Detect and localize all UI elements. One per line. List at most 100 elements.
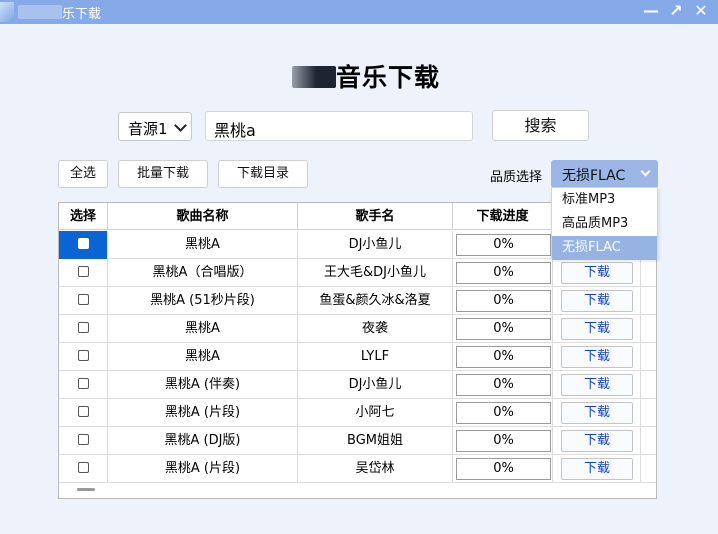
action-cell: 下载 (553, 287, 641, 315)
progress-cell: 0% (453, 287, 553, 315)
table-row[interactable]: 黑桃A (51秒片段) 鱼蛋&颜久冰&洛夏 0% 下载 (59, 287, 656, 315)
download-progress: 0% (456, 402, 551, 424)
action-cell: 下载 (553, 315, 641, 343)
row-checkbox[interactable] (77, 237, 89, 249)
artist-name: DJ小鱼儿 (298, 371, 453, 399)
song-name: 黑桃A (DJ版) (108, 427, 298, 455)
select-all-button[interactable]: 全选 (58, 160, 108, 188)
download-progress: 0% (456, 374, 551, 396)
artist-name: 吴岱林 (298, 455, 453, 483)
search-button[interactable]: 搜索 (492, 110, 589, 141)
song-name: 黑桃A (片段) (108, 399, 298, 427)
song-name: 黑桃A (108, 231, 298, 259)
row-checkbox[interactable] (77, 433, 89, 445)
quality-label: 品质选择 (490, 170, 543, 185)
download-button[interactable]: 下载 (561, 318, 633, 340)
row-checkbox[interactable] (77, 321, 89, 333)
table-row[interactable]: 黑桃A (片段) 吴岱林 0% 下载 (59, 455, 656, 483)
row-select-cell[interactable] (59, 343, 108, 371)
artist-name: LYLF (298, 343, 453, 371)
horizontal-scrollbar[interactable] (77, 488, 95, 491)
row-checkbox[interactable] (77, 377, 89, 389)
download-progress: 0% (456, 318, 551, 340)
download-button[interactable]: 下载 (561, 458, 633, 480)
row-checkbox[interactable] (77, 293, 89, 305)
download-button[interactable]: 下载 (561, 430, 633, 452)
quality-option-lossless[interactable]: 无损FLAC (552, 236, 657, 260)
download-progress: 0% (456, 458, 551, 480)
row-select-cell[interactable] (59, 231, 108, 259)
minimize-button[interactable]: — (640, 0, 662, 22)
row-checkbox[interactable] (77, 265, 89, 277)
row-select-cell[interactable] (59, 259, 108, 287)
search-input[interactable] (205, 111, 473, 141)
action-cell: 下载 (553, 259, 641, 287)
row-checkbox[interactable] (77, 349, 89, 361)
app-icon (0, 2, 14, 22)
app-window: 乐下载 — ↗ ✕ 音乐下载 音源1 搜索 全选 批量下载 下载目录 品质选择 … (0, 0, 718, 534)
row-select-cell[interactable] (59, 399, 108, 427)
action-cell: 下载 (553, 455, 641, 483)
batch-download-button[interactable]: 批量下载 (118, 160, 208, 188)
action-cell: 下载 (553, 371, 641, 399)
download-directory-button[interactable]: 下载目录 (218, 160, 308, 188)
song-name: 黑桃A (108, 343, 298, 371)
download-button[interactable]: 下载 (561, 290, 633, 312)
window-title: 乐下载 (62, 7, 102, 22)
song-name: 黑桃A (伴奏) (108, 371, 298, 399)
page-title: 音乐下载 (336, 63, 441, 92)
maximize-button[interactable]: ↗ (665, 0, 687, 22)
table-row[interactable]: 黑桃A LYLF 0% 下载 (59, 343, 656, 371)
progress-cell: 0% (453, 399, 553, 427)
row-select-cell[interactable] (59, 287, 108, 315)
quality-option-high[interactable]: 高品质MP3 (552, 212, 657, 236)
artist-name: 鱼蛋&颜久冰&洛夏 (298, 287, 453, 315)
row-checkbox[interactable] (77, 405, 89, 417)
title-bar[interactable]: 乐下载 — ↗ ✕ (0, 0, 718, 24)
artist-name: 夜袭 (298, 315, 453, 343)
table-row[interactable]: 黑桃A（合唱版） 王大毛&DJ小鱼儿 0% 下载 (59, 259, 656, 287)
table-row[interactable]: 黑桃A (片段) 小阿七 0% 下载 (59, 399, 656, 427)
chevron-down-icon (174, 119, 187, 132)
row-select-cell[interactable] (59, 427, 108, 455)
close-button[interactable]: ✕ (690, 0, 712, 22)
progress-cell: 0% (453, 259, 553, 287)
progress-cell: 0% (453, 455, 553, 483)
artist-name: DJ小鱼儿 (298, 231, 453, 259)
download-button[interactable]: 下载 (561, 262, 633, 284)
row-select-cell[interactable] (59, 371, 108, 399)
table-row[interactable]: 黑桃A 夜袭 0% 下载 (59, 315, 656, 343)
title-redacted (18, 5, 62, 19)
download-progress: 0% (456, 234, 551, 256)
source-select-value: 音源1 (128, 120, 168, 138)
row-select-cell[interactable] (59, 455, 108, 483)
header-select: 选择 (59, 203, 108, 230)
table-row[interactable]: 黑桃A (伴奏) DJ小鱼儿 0% 下载 (59, 371, 656, 399)
song-name: 黑桃A (108, 315, 298, 343)
table-row[interactable]: 黑桃A (DJ版) BGM姐姐 0% 下载 (59, 427, 656, 455)
progress-cell: 0% (453, 343, 553, 371)
quality-option-standard[interactable]: 标准MP3 (552, 188, 657, 212)
heading-redacted (292, 66, 336, 88)
header-progress: 下载进度 (453, 203, 553, 230)
progress-cell: 0% (453, 371, 553, 399)
artist-name: 王大毛&DJ小鱼儿 (298, 259, 453, 287)
download-progress: 0% (456, 290, 551, 312)
quality-select[interactable]: 无损FLAC (551, 160, 658, 188)
download-button[interactable]: 下载 (561, 346, 633, 368)
song-name: 黑桃A (片段) (108, 455, 298, 483)
row-select-cell[interactable] (59, 315, 108, 343)
action-cell: 下载 (553, 427, 641, 455)
quality-select-value: 无损FLAC (562, 168, 626, 184)
progress-cell: 0% (453, 231, 553, 259)
download-progress: 0% (456, 346, 551, 368)
progress-cell: 0% (453, 315, 553, 343)
download-button[interactable]: 下载 (561, 374, 633, 396)
download-button[interactable]: 下载 (561, 402, 633, 424)
action-cell: 下载 (553, 343, 641, 371)
progress-cell: 0% (453, 427, 553, 455)
song-name: 黑桃A（合唱版） (108, 259, 298, 287)
download-progress: 0% (456, 262, 551, 284)
row-checkbox[interactable] (77, 461, 89, 473)
source-select[interactable]: 音源1 (118, 112, 192, 141)
